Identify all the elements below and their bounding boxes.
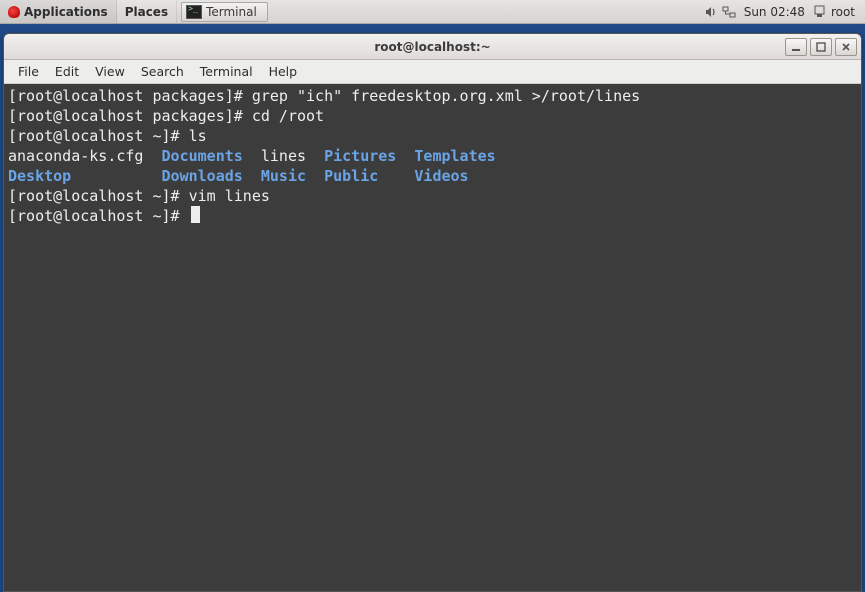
maximize-icon [816,42,826,52]
menu-terminal[interactable]: Terminal [192,61,261,82]
menu-edit[interactable]: Edit [47,61,87,82]
window-title: root@localhost:~ [374,40,490,54]
menu-help[interactable]: Help [261,61,306,82]
window-buttons [785,38,857,56]
clock[interactable]: Sun 02:48 [738,5,811,19]
ls-dir: Videos [414,167,468,185]
ls-output: anaconda-ks.cfg [8,147,162,165]
command-text: vim lines [189,187,270,205]
ls-dir: Documents [162,147,243,165]
menu-view[interactable]: View [87,61,133,82]
applications-label: Applications [24,5,108,19]
user-label: root [831,5,855,19]
ls-dir: Downloads [162,167,243,185]
distro-hat-icon [8,6,20,18]
command-text: ls [189,127,207,145]
command-text: cd /root [252,107,324,125]
applications-menu[interactable]: Applications [0,0,117,23]
close-icon [841,42,851,52]
menu-search[interactable]: Search [133,61,192,82]
minimize-button[interactable] [785,38,807,56]
command-text: grep "ich" freedesktop.org.xml >/root/li… [252,87,640,105]
minimize-icon [791,42,801,52]
network-icon[interactable] [720,5,738,19]
ls-dir: Music [261,167,306,185]
cursor [191,206,200,223]
terminal-viewport[interactable]: [root@localhost packages]# grep "ich" fr… [4,84,861,591]
clock-label: Sun 02:48 [744,5,805,19]
top-panel: Applications Places Terminal Sun 02:48 r… [0,0,865,24]
ls-dir: Pictures [324,147,396,165]
prompt: [root@localhost ~]# [8,207,189,225]
terminal-window: root@localhost:~ File Edit View Search T… [3,33,862,592]
places-label: Places [125,5,168,19]
prompt: [root@localhost ~]# [8,187,189,205]
user-menu[interactable]: root [829,5,865,19]
prompt: [root@localhost packages]# [8,107,252,125]
panel-left: Applications Places Terminal [0,0,268,23]
window-titlebar[interactable]: root@localhost:~ [4,34,861,60]
terminal-icon [186,5,202,19]
prompt: [root@localhost packages]# [8,87,252,105]
ls-dir: Public [324,167,378,185]
places-menu[interactable]: Places [117,0,177,23]
taskbar-terminal[interactable]: Terminal [181,2,268,22]
volume-icon[interactable] [702,5,720,19]
prompt: [root@localhost ~]# [8,127,189,145]
menubar: File Edit View Search Terminal Help [4,60,861,84]
close-button[interactable] [835,38,857,56]
taskbar-terminal-label: Terminal [206,5,257,19]
menu-file[interactable]: File [10,61,47,82]
ls-dir: Templates [414,147,495,165]
panel-right: Sun 02:48 root [702,0,865,23]
ls-dir: Desktop [8,167,71,185]
ls-output: lines [261,147,324,165]
maximize-button[interactable] [810,38,832,56]
user-icon [811,5,829,18]
